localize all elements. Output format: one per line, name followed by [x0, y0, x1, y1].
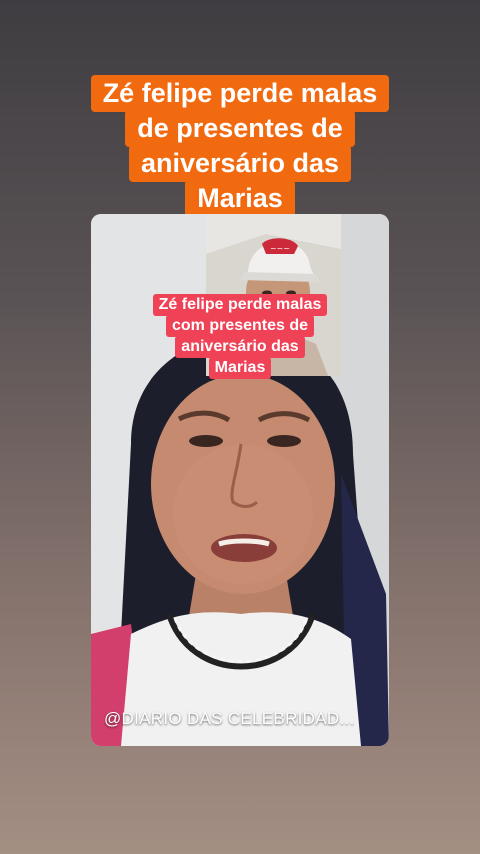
video-title: Zé felipe perde malas de presentes de an…	[0, 75, 480, 217]
caption-line: Marias	[208, 356, 272, 379]
title-line: aniversário das	[128, 145, 352, 182]
caption-line: Zé felipe perde malas	[152, 293, 328, 316]
caption-line: com presentes de	[165, 314, 315, 337]
channel-watermark: @DIARIO DAS CELEBRIDAD...	[104, 709, 355, 728]
title-line: Zé felipe perde malas	[90, 75, 390, 112]
title-line: de presentes de	[125, 110, 355, 147]
svg-text:~~~: ~~~	[270, 244, 290, 253]
title-line: Marias	[185, 180, 295, 217]
caption-overlay: Zé felipe perde malas com presentes de a…	[0, 293, 480, 379]
caption-line: aniversário das	[175, 335, 305, 358]
